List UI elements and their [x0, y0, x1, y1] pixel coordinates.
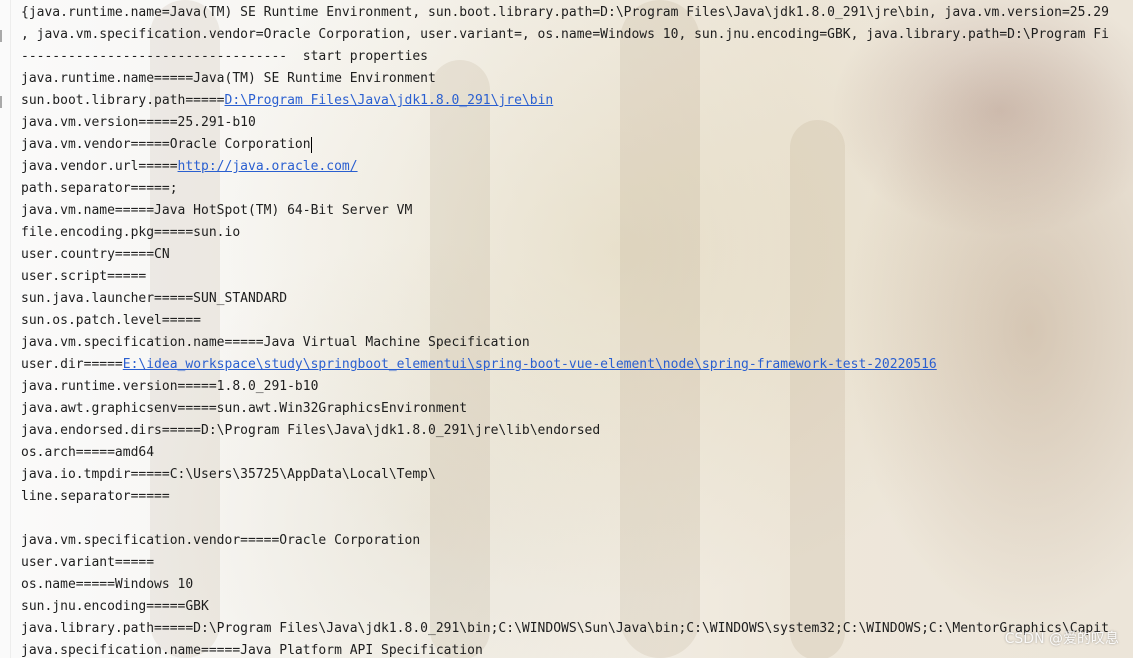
console-text: os.arch=====amd64 — [21, 445, 155, 460]
console-line: java.awt.graphicsenv=====sun.awt.Win32Gr… — [21, 398, 1133, 420]
console-text: java.endorsed.dirs=====D:\Program Files\… — [21, 423, 601, 438]
console-line: file.encoding.pkg=====sun.io — [21, 222, 1133, 244]
console-line: java.vm.specification.vendor=====Oracle … — [21, 530, 1133, 552]
console-line: os.arch=====amd64 — [21, 442, 1133, 464]
text-caret — [310, 136, 312, 153]
console-text: java.runtime.name=====Java(TM) SE Runtim… — [21, 71, 436, 86]
console-line: java.vm.version=====25.291-b10 — [21, 112, 1133, 134]
console-line: user.dir=====E:\idea_workspace\study\spr… — [21, 354, 1133, 376]
console-line: java.endorsed.dirs=====D:\Program Files\… — [21, 420, 1133, 442]
console-line: {java.runtime.name=Java(TM) SE Runtime E… — [21, 2, 1133, 24]
console-text: user.country=====CN — [21, 247, 170, 262]
console-text: sun.jnu.encoding=====GBK — [21, 599, 209, 614]
console-line: java.runtime.version=====1.8.0_291-b10 — [21, 376, 1133, 398]
console-line: java.vm.specification.name=====Java Virt… — [21, 332, 1133, 354]
console-text: java.vm.vendor=====Oracle Corporation — [21, 137, 311, 152]
console-text: java.io.tmpdir=====C:\Users\35725\AppDat… — [21, 467, 436, 482]
console-line: , java.vm.specification.vendor=Oracle Co… — [21, 24, 1133, 46]
console-link[interactable]: http://java.oracle.com/ — [178, 159, 358, 174]
gutter-marker — [0, 96, 2, 108]
console-text: java.awt.graphicsenv=====sun.awt.Win32Gr… — [21, 401, 468, 416]
console-link[interactable]: E:\idea_workspace\study\springboot_eleme… — [123, 357, 937, 372]
editor-gutter — [0, 0, 11, 658]
console-line: os.name=====Windows 10 — [21, 574, 1133, 596]
property-key: java.vendor.url===== — [21, 159, 178, 174]
console-text: java.vm.version=====25.291-b10 — [21, 115, 256, 130]
console-line: sun.boot.library.path=====D:\Program Fil… — [21, 90, 1133, 112]
console-link[interactable]: D:\Program Files\Java\jdk1.8.0_291\jre\b… — [225, 93, 554, 108]
console-text: java.vm.specification.name=====Java Virt… — [21, 335, 530, 350]
console-text: file.encoding.pkg=====sun.io — [21, 225, 241, 240]
console-line: user.country=====CN — [21, 244, 1133, 266]
console-line: line.separator===== — [21, 486, 1133, 508]
console-text: sun.java.launcher=====SUN_STANDARD — [21, 291, 288, 306]
console-text: java.vm.specification.vendor=====Oracle … — [21, 533, 421, 548]
console-output[interactable]: {java.runtime.name=Java(TM) SE Runtime E… — [21, 2, 1133, 658]
console-text: user.variant===== — [21, 555, 155, 570]
console-line: java.runtime.name=====Java(TM) SE Runtim… — [21, 68, 1133, 90]
console-line: sun.os.patch.level===== — [21, 310, 1133, 332]
console-text: java.vm.name=====Java HotSpot(TM) 64-Bit… — [21, 203, 413, 218]
property-key: user.dir===== — [21, 357, 123, 372]
console-text: {java.runtime.name=Java(TM) SE Runtime E… — [21, 5, 1109, 20]
console-line: java.library.path=====D:\Program Files\J… — [21, 618, 1133, 640]
console-line: java.io.tmpdir=====C:\Users\35725\AppDat… — [21, 464, 1133, 486]
console-text: ---------------------------------- start… — [21, 49, 428, 64]
console-text: java.library.path=====D:\Program Files\J… — [21, 621, 1109, 636]
console-text: os.name=====Windows 10 — [21, 577, 194, 592]
console-text: user.script===== — [21, 269, 147, 284]
console-text: java.runtime.version=====1.8.0_291-b10 — [21, 379, 319, 394]
gutter-marker — [0, 30, 2, 42]
console-line: user.script===== — [21, 266, 1133, 288]
console-line: path.separator=====; — [21, 178, 1133, 200]
console-text: sun.os.patch.level===== — [21, 313, 202, 328]
console-text: java.specification.name=====Java Platfor… — [21, 643, 483, 658]
console-line: java.vm.name=====Java HotSpot(TM) 64-Bit… — [21, 200, 1133, 222]
console-text: , java.vm.specification.vendor=Oracle Co… — [21, 27, 1109, 42]
console-line: ---------------------------------- start… — [21, 46, 1133, 68]
property-key: sun.boot.library.path===== — [21, 93, 225, 108]
console-line: java.vm.vendor=====Oracle Corporation — [21, 134, 1133, 156]
watermark: CSDN @爱的叹息 — [1004, 631, 1119, 647]
console-line: sun.java.launcher=====SUN_STANDARD — [21, 288, 1133, 310]
console-line: user.variant===== — [21, 552, 1133, 574]
console-text: path.separator=====; — [21, 181, 178, 196]
console-line: java.specification.name=====Java Platfor… — [21, 640, 1133, 658]
console-text: line.separator===== — [21, 489, 170, 504]
console-line: sun.jnu.encoding=====GBK — [21, 596, 1133, 618]
console-line: java.vendor.url=====http://java.oracle.c… — [21, 156, 1133, 178]
